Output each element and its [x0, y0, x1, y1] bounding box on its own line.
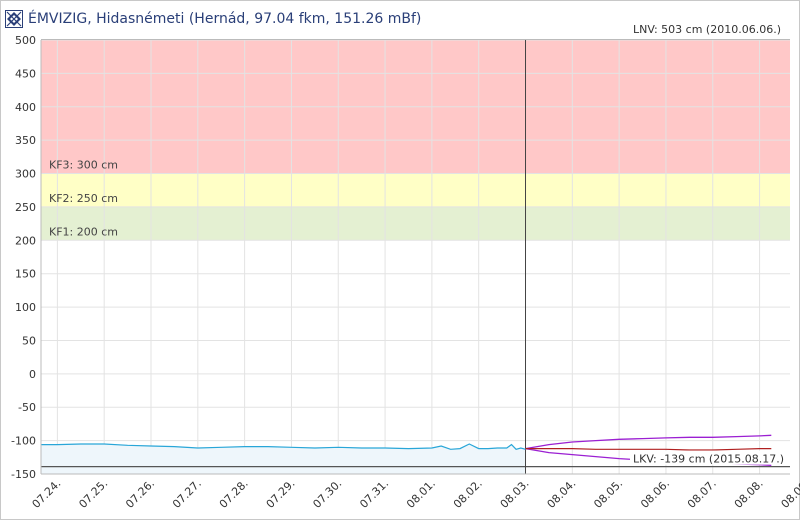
threshold-band-label: KF3: 300 cm	[49, 159, 118, 172]
y-tick-label: 0	[29, 368, 36, 381]
threshold-band-label: KF2: 250 cm	[49, 192, 118, 205]
x-tick-label: 07.25.	[76, 477, 110, 511]
y-tick-label: -50	[18, 401, 36, 414]
x-tick-label: 07.24.	[30, 477, 64, 511]
y-tick-label: 300	[15, 168, 36, 181]
threshold-band	[41, 206, 790, 241]
y-tick-label: 50	[22, 334, 36, 347]
y-tick-label: -100	[11, 435, 36, 448]
x-tick-label: 07.26.	[123, 477, 157, 511]
x-tick-label: 08.05.	[591, 477, 625, 511]
y-tick-label: 400	[15, 101, 36, 114]
y-tick-label: 200	[15, 234, 36, 247]
x-tick-label: 08.04.	[545, 477, 579, 511]
lkv-reference-label: LKV: -139 cm (2015.08.17.)	[633, 453, 784, 466]
x-tick-label: 07.31.	[357, 477, 391, 511]
y-tick-label: 100	[15, 301, 36, 314]
lnv-reference-label: LNV: 503 cm (2010.06.06.)	[633, 23, 781, 36]
x-tick-label: 07.30.	[310, 477, 344, 511]
x-tick-label: 08.02.	[451, 477, 485, 511]
y-tick-label: 350	[15, 134, 36, 147]
y-tick-label: 150	[15, 268, 36, 281]
x-tick-label: 08.09.	[779, 477, 800, 511]
threshold-band	[41, 173, 790, 207]
threshold-band-label: KF1: 200 cm	[49, 225, 118, 238]
water-level-chart: KF3: 300 cm KF2: 250 cm KF1: 200 cm LKV: -1…	[11, 23, 800, 511]
x-tick-label: 08.03.	[498, 477, 532, 511]
y-tick-label: -150	[11, 468, 36, 481]
x-tick-label: 08.01.	[404, 477, 438, 511]
x-tick-label: 07.29.	[264, 477, 298, 511]
x-tick-label: 07.28.	[217, 477, 251, 511]
x-tick-label: 07.27.	[170, 477, 204, 511]
x-tick-label: 08.07.	[685, 477, 719, 511]
y-tick-label: 450	[15, 67, 36, 80]
y-tick-label: 250	[15, 201, 36, 214]
x-tick-label: 08.06.	[638, 477, 672, 511]
x-tick-label: 08.08.	[732, 477, 766, 511]
y-tick-label: 500	[15, 34, 36, 47]
